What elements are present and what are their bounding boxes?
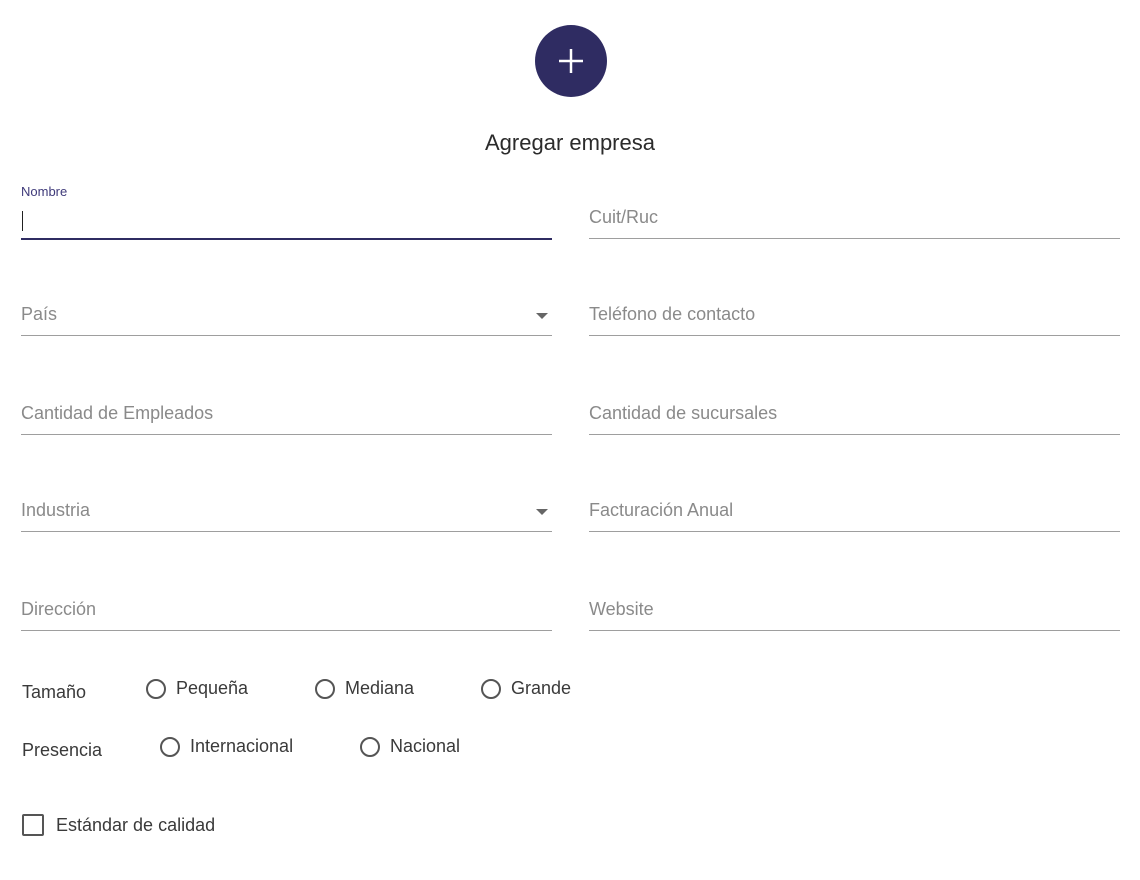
radio-label: Mediana <box>345 678 415 698</box>
industria-label: Industria <box>21 500 91 520</box>
radio-circle-icon <box>360 736 380 757</box>
text-cursor <box>22 211 23 231</box>
direccion-label: Dirección <box>21 599 97 619</box>
radio-nacional[interactable]: Nacional <box>360 736 460 757</box>
radio-circle-icon <box>160 736 180 757</box>
checkbox-icon <box>22 814 44 836</box>
telefono-label: Teléfono de contacto <box>589 304 756 324</box>
tamano-label: Tamaño <box>22 682 87 702</box>
nombre-label: Nombre <box>21 184 68 199</box>
direccion-field[interactable]: Dirección <box>21 572 552 631</box>
cuit-ruc-field[interactable]: Cuit/Ruc <box>589 180 1120 239</box>
radio-internacional[interactable]: Internacional <box>160 736 293 757</box>
radio-mediana[interactable]: Mediana <box>315 678 414 699</box>
presencia-label: Presencia <box>22 740 103 760</box>
empleados-field[interactable]: Cantidad de Empleados <box>21 376 552 435</box>
radio-label: Internacional <box>190 736 294 756</box>
dropdown-arrow-icon <box>536 509 548 515</box>
radio-label: Grande <box>511 678 572 698</box>
radio-circle-icon <box>146 678 166 699</box>
website-label: Website <box>589 599 654 619</box>
website-field[interactable]: Website <box>589 572 1120 631</box>
radio-label: Nacional <box>390 736 461 756</box>
checkbox-label: Estándar de calidad <box>56 814 216 835</box>
facturacion-field[interactable]: Facturación Anual <box>589 473 1120 532</box>
telefono-field[interactable]: Teléfono de contacto <box>589 277 1120 336</box>
empleados-label: Cantidad de Empleados <box>21 403 214 423</box>
plus-icon <box>559 49 583 73</box>
pais-select[interactable]: País <box>21 277 552 336</box>
industria-select[interactable]: Industria <box>21 473 552 532</box>
page-title: Agregar empresa <box>485 130 655 155</box>
pais-label: País <box>21 304 58 324</box>
nombre-field[interactable]: Nombre <box>21 180 552 240</box>
cuit-ruc-label: Cuit/Ruc <box>589 207 659 227</box>
dropdown-arrow-icon <box>536 313 548 319</box>
facturacion-label: Facturación Anual <box>589 500 734 520</box>
radio-grande[interactable]: Grande <box>481 678 571 699</box>
radio-pequena[interactable]: Pequeña <box>146 678 248 699</box>
radio-label: Pequeña <box>176 678 249 698</box>
add-company-button[interactable] <box>535 25 607 97</box>
sucursales-field[interactable]: Cantidad de sucursales <box>589 376 1120 435</box>
radio-circle-icon <box>481 678 501 699</box>
estandar-calidad-checkbox[interactable]: Estándar de calidad <box>22 814 215 836</box>
sucursales-label: Cantidad de sucursales <box>589 403 778 423</box>
radio-circle-icon <box>315 678 335 699</box>
